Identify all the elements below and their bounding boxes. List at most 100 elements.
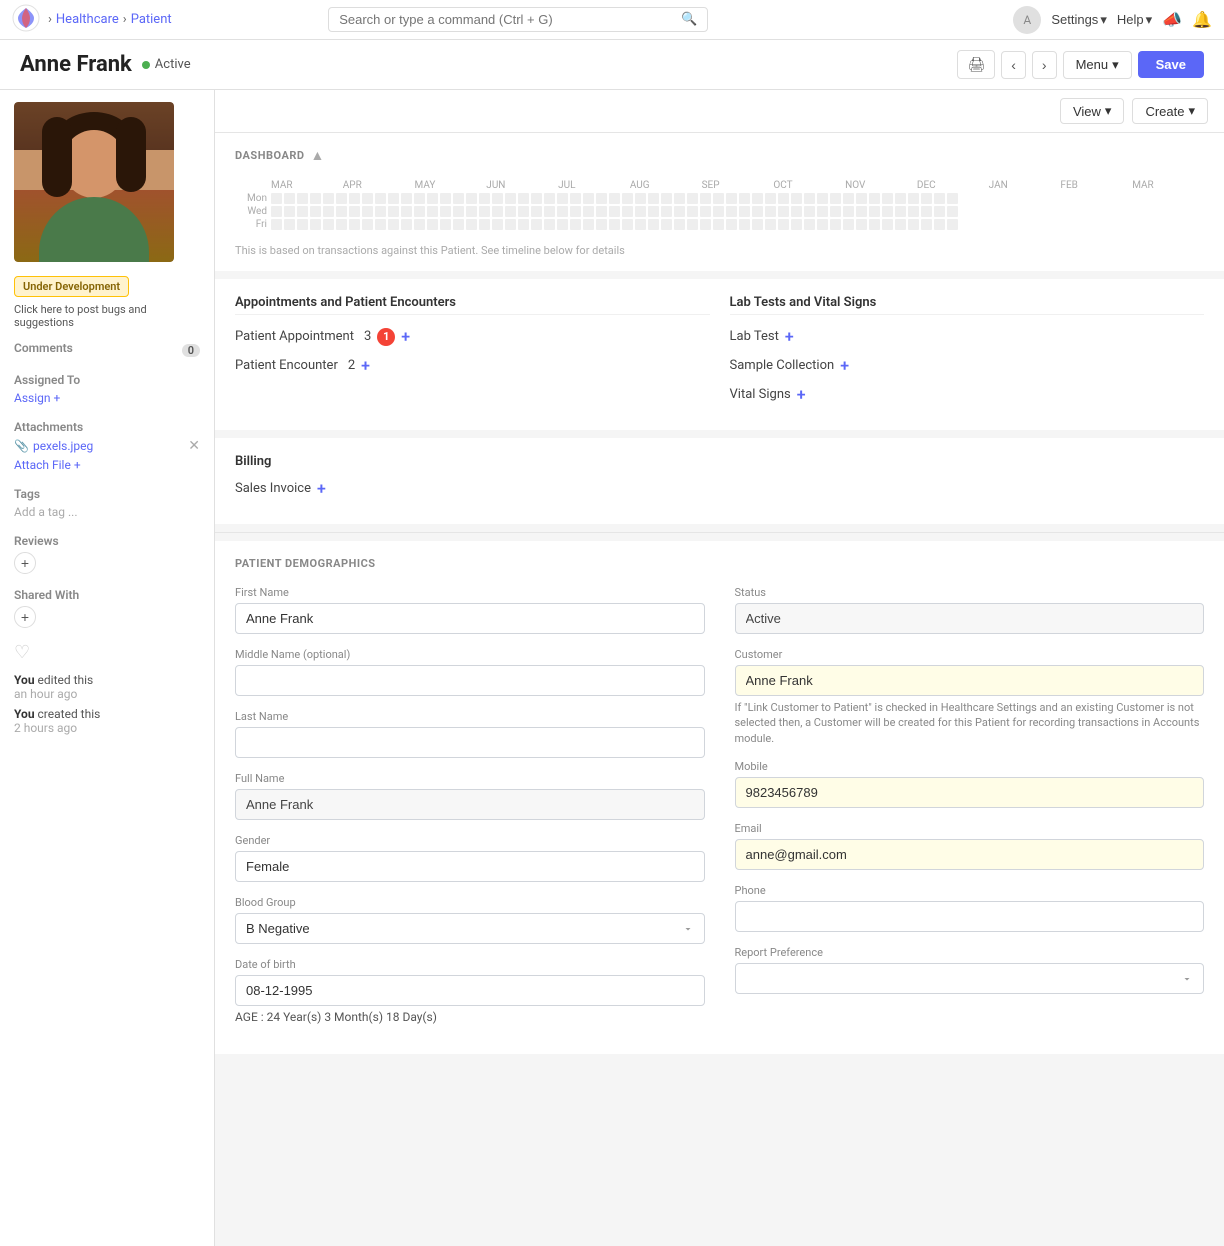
heatmap-cell <box>284 219 295 230</box>
heatmap-cell <box>726 206 737 217</box>
search-input[interactable] <box>339 12 675 27</box>
email-label: Email <box>735 822 1205 835</box>
email-input[interactable] <box>735 839 1205 870</box>
demographics-section: PATIENT DEMOGRAPHICS First Name Middle N… <box>215 541 1224 1054</box>
first-name-input[interactable] <box>235 603 705 634</box>
heatmap-cell <box>440 219 451 230</box>
create-button[interactable]: Create ▾ <box>1132 98 1208 124</box>
add-invoice-button[interactable]: + <box>317 479 326 498</box>
save-button[interactable]: Save <box>1138 51 1204 78</box>
heatmap-cell <box>427 206 438 217</box>
middle-name-input[interactable] <box>235 665 705 696</box>
heatmap-cell <box>440 206 451 217</box>
heatmap-cell <box>895 193 906 204</box>
prev-button[interactable]: ‹ <box>1001 51 1026 79</box>
heatmap-cell <box>596 206 607 217</box>
heatmap-cell <box>271 193 282 204</box>
print-button[interactable]: 🖨 <box>957 50 995 79</box>
attachment-name[interactable]: 📎 pexels.jpeg <box>14 439 93 453</box>
add-encounter-button[interactable]: + <box>361 356 370 375</box>
heatmap-cell <box>908 193 919 204</box>
heatmap-cell <box>492 193 503 204</box>
bell-icon[interactable]: 🔔 <box>1192 10 1212 29</box>
add-sample-button[interactable]: + <box>840 356 849 375</box>
under-dev-badge[interactable]: Under Development <box>14 276 129 297</box>
heatmap-cells-fri <box>271 219 1204 230</box>
heatmap-cell <box>635 206 646 217</box>
blood-group-select[interactable]: A Positive A Negative B Positive B Negat… <box>235 913 705 944</box>
megaphone-icon[interactable]: 📣 <box>1162 10 1182 29</box>
dob-input[interactable] <box>235 975 705 1006</box>
assign-link[interactable]: Assign + <box>14 391 60 405</box>
status-badge: Active <box>142 57 191 72</box>
add-vital-button[interactable]: + <box>797 385 806 404</box>
shared-with-add-area: + <box>14 606 200 628</box>
remove-attachment-icon[interactable]: ✕ <box>188 438 200 454</box>
header-actions: 🖨 ‹ › Menu ▾ Save <box>957 50 1204 79</box>
breadcrumb-healthcare[interactable]: Healthcare <box>56 12 119 27</box>
add-shared-button[interactable]: + <box>14 606 36 628</box>
report-preference-select[interactable] <box>735 963 1205 994</box>
heatmap-cell <box>895 219 906 230</box>
heatmap-cell <box>791 206 802 217</box>
patient-encounter-label: Patient Encounter <box>235 358 338 373</box>
heatmap-cell <box>466 193 477 204</box>
heatmap-rows: Mon Wed Fri <box>235 193 1204 230</box>
view-chevron-icon: ▾ <box>1105 103 1112 119</box>
heart-icon[interactable]: ♡ <box>14 642 200 663</box>
age-note: AGE : 24 Year(s) 3 Month(s) 18 Day(s) <box>235 1010 705 1024</box>
heatmap-cell <box>713 193 724 204</box>
heatmap-cell <box>531 193 542 204</box>
heatmap-cell <box>648 219 659 230</box>
heatmap-cell <box>609 219 620 230</box>
add-lab-test-button[interactable]: + <box>785 327 794 346</box>
heatmap-cell <box>778 219 789 230</box>
add-tag-placeholder[interactable]: Add a tag ... <box>14 505 78 519</box>
heatmap-cell <box>362 193 373 204</box>
heatmap-cell <box>453 219 464 230</box>
heatmap-cell <box>817 193 828 204</box>
add-review-button[interactable]: + <box>14 552 36 574</box>
next-button[interactable]: › <box>1032 51 1057 79</box>
heatmap-cell <box>492 219 503 230</box>
customer-input[interactable] <box>735 665 1205 696</box>
heatmap-cell <box>947 193 958 204</box>
help-chevron-icon: ▾ <box>1146 12 1153 28</box>
full-name-label: Full Name <box>235 772 705 785</box>
heatmap-cell <box>336 193 347 204</box>
last-name-input[interactable] <box>235 727 705 758</box>
heatmap-cell <box>453 206 464 217</box>
status-dot-icon <box>142 61 150 69</box>
view-button[interactable]: View ▾ <box>1060 98 1124 124</box>
heatmap-cell <box>362 206 373 217</box>
heatmap-cell <box>297 206 308 217</box>
heatmap-cell <box>284 206 295 217</box>
heatmap-cell <box>765 219 776 230</box>
search-bar[interactable]: 🔍 <box>328 7 708 32</box>
tags-label: Tags <box>14 487 200 501</box>
menu-chevron-icon: ▾ <box>1112 57 1119 73</box>
settings-button[interactable]: Settings ▾ <box>1051 12 1107 28</box>
attach-file-link[interactable]: Attach File + <box>14 458 81 472</box>
dashboard-toggle-icon[interactable]: ▲ <box>311 147 325 164</box>
breadcrumb-patient[interactable]: Patient <box>131 12 172 27</box>
gender-input[interactable] <box>235 851 705 882</box>
sidebar-tags: Tags Add a tag ... <box>14 487 200 520</box>
month-label-jun: JUN <box>486 180 558 191</box>
help-button[interactable]: Help ▾ <box>1117 12 1152 28</box>
month-label-oct: OCT <box>773 180 845 191</box>
heatmap-cell <box>843 193 854 204</box>
heatmap-cell <box>921 193 932 204</box>
day-label-wed: Wed <box>235 206 267 217</box>
under-dev-hint[interactable]: Click here to post bugs and suggestions <box>14 303 200 329</box>
page-header: Anne Frank Active 🖨 ‹ › Menu ▾ Save <box>0 40 1224 90</box>
sidebar-shared-with: Shared With + <box>14 588 200 628</box>
phone-input[interactable] <box>735 901 1205 932</box>
status-input <box>735 603 1205 634</box>
mobile-input[interactable] <box>735 777 1205 808</box>
menu-button[interactable]: Menu ▾ <box>1063 51 1132 79</box>
heatmap-row-wed: Wed <box>235 206 1204 217</box>
heatmap-cell <box>765 206 776 217</box>
add-appointment-button[interactable]: + <box>401 327 410 346</box>
heatmap-cell <box>700 206 711 217</box>
